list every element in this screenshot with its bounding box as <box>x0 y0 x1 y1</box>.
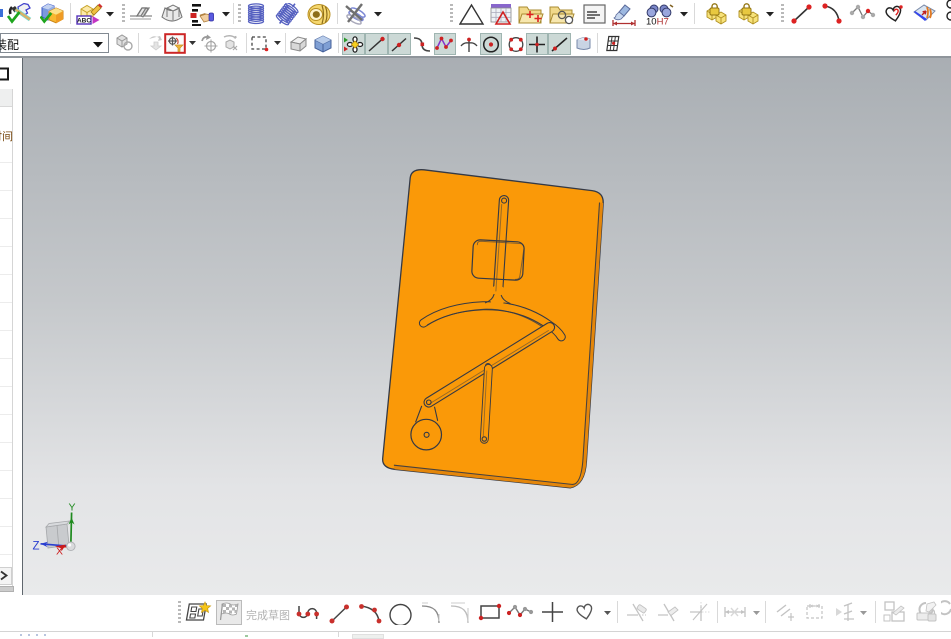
svg-text:10H7: 10H7 <box>646 17 669 27</box>
svg-text:Z: Z <box>32 541 39 553</box>
svg-text:Y: Y <box>68 502 75 514</box>
svg-text:X: X <box>56 546 63 558</box>
svg-text:ABC: ABC <box>77 18 91 25</box>
